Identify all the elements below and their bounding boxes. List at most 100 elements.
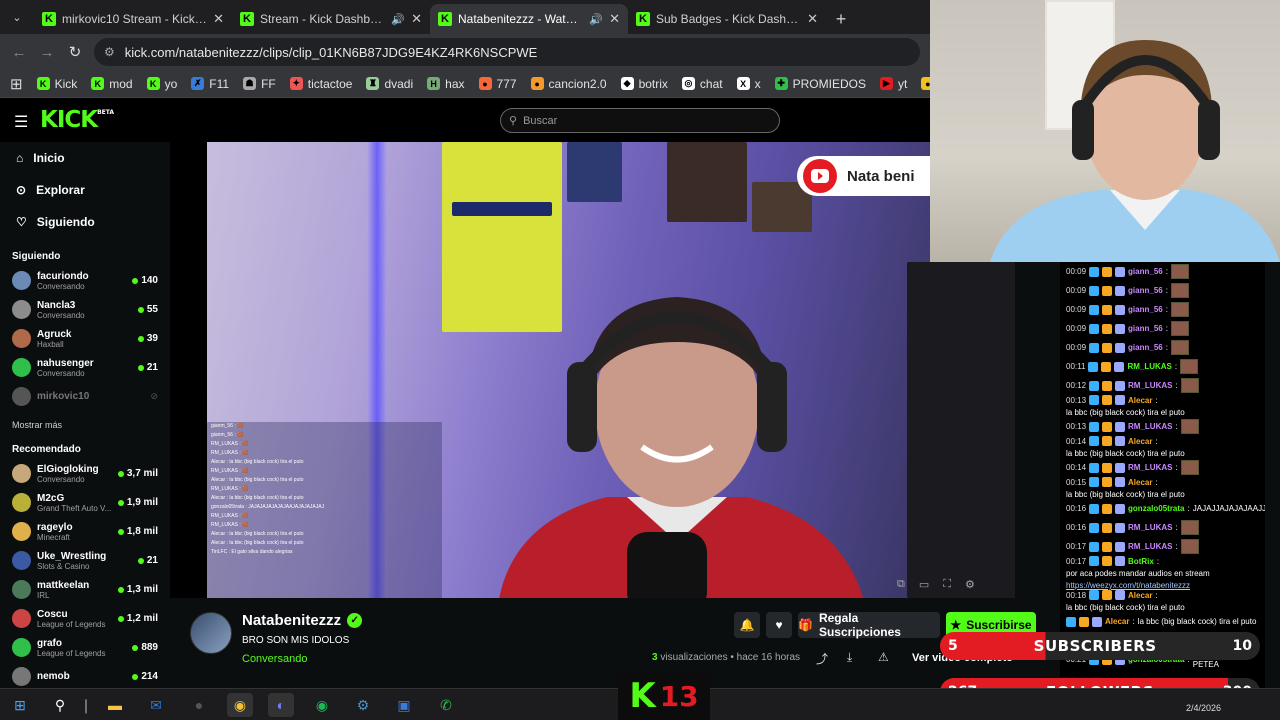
download-icon[interactable]: ⤓ bbox=[847, 650, 852, 665]
spotify-icon[interactable]: ◉ bbox=[309, 693, 335, 717]
bookmark-kick[interactable]: K Kick bbox=[36, 77, 77, 91]
sidebar-item-inicio[interactable]: ⌂ Inicio bbox=[0, 142, 170, 174]
close-icon[interactable]: ✕ bbox=[213, 11, 224, 27]
bookmark-botrix[interactable]: ◆ botrix bbox=[620, 77, 668, 91]
show-more-link[interactable]: Mostrar más bbox=[0, 411, 170, 439]
settings-icon[interactable]: ⚙ bbox=[965, 578, 975, 591]
bookmark-dvadi[interactable]: ♜ dvadi bbox=[366, 77, 413, 91]
bookmark-yo[interactable]: Kyo bbox=[146, 77, 177, 91]
bookmark-chat[interactable]: ◎ chat bbox=[681, 77, 723, 91]
sidebar-item-siguiendo[interactable]: ♡ Siguiendo bbox=[0, 206, 170, 238]
close-icon[interactable]: ✕ bbox=[411, 11, 422, 27]
bookmark-yt[interactable]: ▶ yt bbox=[879, 77, 907, 91]
search-icon[interactable]: ⚲ bbox=[47, 693, 73, 717]
channel-row[interactable]: nahusenger Conversando 21 bbox=[0, 353, 170, 382]
video-player[interactable]: Nata beni gianm_56 : 🟫 gianm_56 : 🟫 RM_LUK… bbox=[170, 142, 1017, 598]
avatar[interactable] bbox=[12, 638, 31, 657]
kick-logo[interactable]: KICKBETA bbox=[40, 107, 114, 133]
speaker-icon[interactable]: 🔊 bbox=[391, 13, 405, 26]
avatar[interactable] bbox=[12, 387, 31, 406]
speaker-icon[interactable]: 🔊 bbox=[589, 13, 603, 26]
new-tab-button[interactable]: + bbox=[826, 4, 856, 34]
channel-row[interactable]: facuriondo Conversando 140 bbox=[0, 266, 170, 295]
search-input[interactable]: ⚲ Buscar bbox=[500, 108, 780, 133]
channel-row[interactable]: mirkovic10 ⊘ bbox=[0, 382, 170, 411]
tab-search-icon[interactable]: ⌄ bbox=[0, 0, 34, 34]
gift-subs-button[interactable]: 🎁 Regala Suscripciones bbox=[798, 611, 940, 639]
pip-icon[interactable]: ⧉ bbox=[897, 578, 905, 591]
avatar[interactable] bbox=[12, 493, 31, 512]
editor-icon[interactable]: ▣ bbox=[391, 693, 417, 717]
chat-username[interactable]: RM_LUKAS bbox=[1128, 542, 1172, 551]
bookmark-777[interactable]: ● 777 bbox=[478, 77, 517, 91]
chat-username[interactable]: BotRix bbox=[1128, 557, 1154, 566]
chat-username[interactable]: Alecar bbox=[1105, 617, 1129, 626]
chat-username[interactable]: giann_56 bbox=[1128, 267, 1163, 276]
chat-username[interactable]: RM_LUKAS bbox=[1127, 362, 1171, 371]
reload-icon[interactable]: ↻ bbox=[66, 43, 84, 61]
share-icon[interactable]: ⤴ bbox=[816, 650, 828, 667]
category-link[interactable]: Conversando bbox=[242, 653, 307, 665]
channel-row[interactable]: ElGiogloking Conversando 3,7 mil bbox=[0, 459, 170, 488]
channel-row[interactable]: Uke_Wrestling Slots & Casino 21 bbox=[0, 546, 170, 575]
outlook-icon[interactable]: ✉ bbox=[143, 693, 169, 717]
back-icon[interactable]: ← bbox=[10, 44, 28, 61]
theater-icon[interactable]: ▭ bbox=[919, 578, 929, 591]
channel-row[interactable]: Coscu League of Legends 1,2 mil bbox=[0, 604, 170, 633]
avatar[interactable] bbox=[12, 522, 31, 541]
chat-username[interactable]: gonzalo05trata bbox=[1128, 504, 1184, 513]
channel-row[interactable]: nemob 214 bbox=[0, 662, 170, 691]
tab-3[interactable]: K Sub Badges - Kick Dashboard ✕ bbox=[628, 4, 826, 34]
chat-link[interactable]: https://weezyx.com/t/natabenitezzz bbox=[1066, 581, 1190, 590]
avatar[interactable] bbox=[12, 271, 31, 290]
follow-button[interactable]: ♥ bbox=[766, 612, 792, 638]
chat-username[interactable]: RM_LUKAS bbox=[1128, 523, 1172, 532]
bookmark-ff[interactable]: ☗ FF bbox=[243, 77, 276, 91]
channel-row[interactable]: M2cG Grand Theft Auto V... 1,9 mil bbox=[0, 488, 170, 517]
discord-icon[interactable]: ◐ bbox=[268, 693, 294, 717]
apps-icon[interactable]: ⊞ bbox=[10, 75, 23, 93]
avatar[interactable] bbox=[12, 667, 31, 686]
channel-row[interactable]: Nancla3 Conversando 55 bbox=[0, 295, 170, 324]
chat-username[interactable]: giann_56 bbox=[1128, 324, 1163, 333]
bookmark-f11[interactable]: ✗ F11 bbox=[191, 77, 229, 91]
channel-name-text[interactable]: Natabenitezzz bbox=[242, 612, 341, 629]
chat-username[interactable]: Alecar bbox=[1128, 437, 1152, 446]
avatar[interactable] bbox=[12, 329, 31, 348]
chat-username[interactable]: giann_56 bbox=[1128, 286, 1163, 295]
avatar[interactable] bbox=[12, 464, 31, 483]
fullscreen-icon[interactable]: ⛶ bbox=[943, 578, 951, 591]
channel-name[interactable]: Natabenitezzz ✓ bbox=[242, 612, 363, 629]
close-icon[interactable]: ✕ bbox=[609, 11, 620, 27]
chat-username[interactable]: Alecar bbox=[1128, 478, 1152, 487]
menu-icon[interactable]: ☰ bbox=[14, 112, 28, 132]
bookmark-promiedos[interactable]: ✚ PROMIEDOS bbox=[774, 77, 866, 91]
channel-row[interactable]: Agruck Haxball 39 bbox=[0, 324, 170, 353]
tab-0[interactable]: K mirkovic10 Stream - Kick Dashboard ✕ bbox=[34, 4, 232, 34]
notification-bell-button[interactable]: 🔔 bbox=[734, 612, 760, 638]
task-view-icon[interactable]: ❘ bbox=[73, 693, 99, 717]
chat-username[interactable]: giann_56 bbox=[1128, 343, 1163, 352]
channel-row[interactable]: grafo League of Legends 889 bbox=[0, 633, 170, 662]
report-icon[interactable]: ⚠ bbox=[878, 650, 889, 664]
close-icon[interactable]: ✕ bbox=[807, 11, 818, 27]
chat-username[interactable]: Alecar bbox=[1128, 396, 1152, 405]
chat-username[interactable]: RM_LUKAS bbox=[1128, 463, 1172, 472]
file-explorer-icon[interactable]: ▬ bbox=[102, 693, 128, 717]
channel-row[interactable]: rageylo Minecraft 1,8 mil bbox=[0, 517, 170, 546]
tab-1[interactable]: K Stream - Kick Dashboard 🔊 ✕ bbox=[232, 4, 430, 34]
obs-icon[interactable]: ● bbox=[186, 693, 212, 717]
avatar[interactable] bbox=[12, 358, 31, 377]
video-frame[interactable]: Nata beni gianm_56 : 🟫 gianm_56 : 🟫 RM_LUK… bbox=[207, 142, 1017, 598]
chat-username[interactable]: RM_LUKAS bbox=[1128, 422, 1172, 431]
avatar[interactable] bbox=[12, 580, 31, 599]
windows-icon[interactable]: ⊞ bbox=[7, 693, 33, 717]
site-info-icon[interactable]: ⚙ bbox=[104, 45, 115, 59]
avatar[interactable] bbox=[12, 300, 31, 319]
channel-row[interactable]: mattkeelan IRL 1,3 mil bbox=[0, 575, 170, 604]
chat-username[interactable]: Alecar bbox=[1128, 591, 1152, 600]
avatar[interactable] bbox=[12, 609, 31, 628]
bookmark-x[interactable]: Xx bbox=[736, 77, 761, 91]
bookmark-tictactoe[interactable]: ✦ tictactoe bbox=[289, 77, 352, 91]
chrome-icon[interactable]: ◉ bbox=[227, 693, 253, 717]
